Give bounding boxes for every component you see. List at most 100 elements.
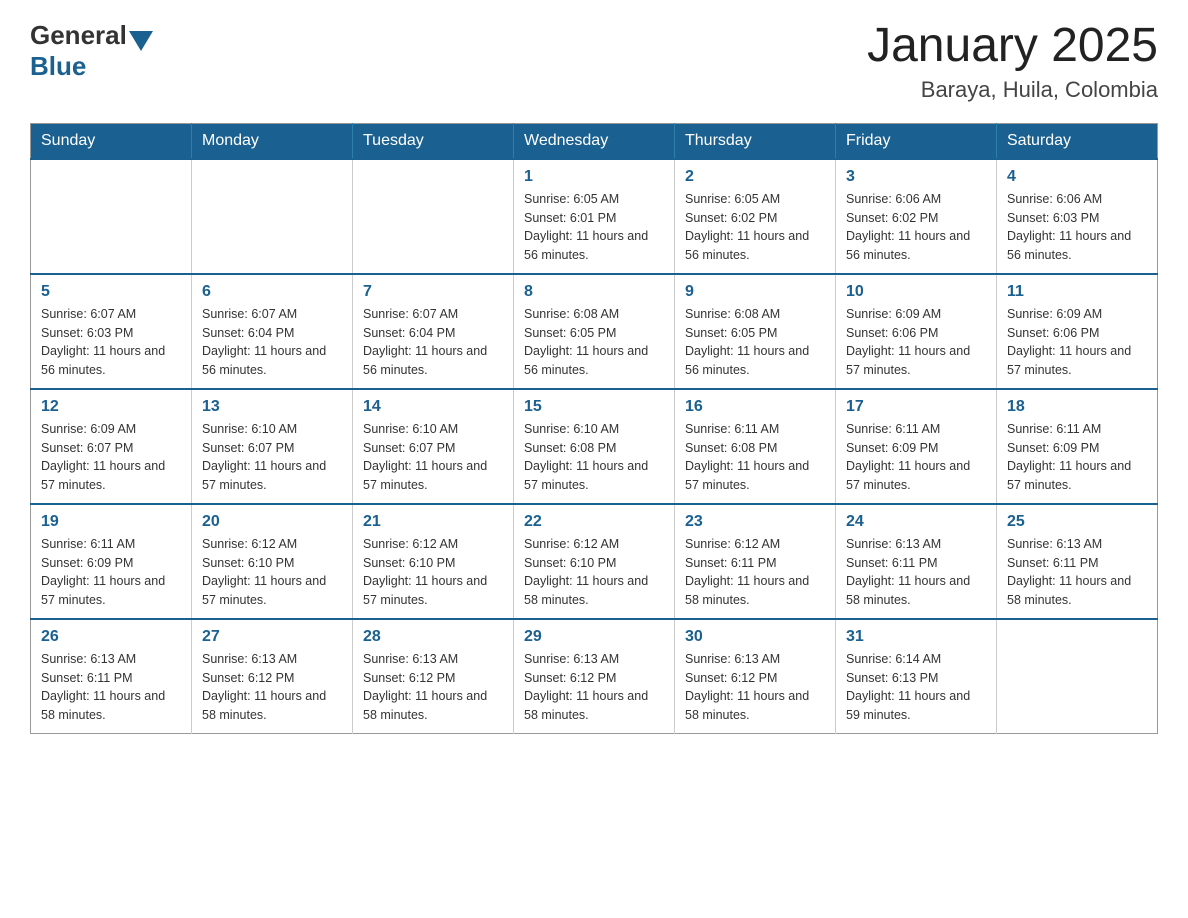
logo-arrow-icon xyxy=(129,31,153,51)
day-number: 6 xyxy=(202,283,342,301)
day-number: 8 xyxy=(524,283,664,301)
calendar-cell: 10 Sunrise: 6:09 AM Sunset: 6:06 PM Dayli… xyxy=(836,274,997,389)
day-number: 30 xyxy=(685,628,825,646)
calendar-cell: 15 Sunrise: 6:10 AM Sunset: 6:08 PM Dayli… xyxy=(514,389,675,504)
calendar-cell: 3Sunrise: 6:06 AM Sunset: 6:02 PM Daylig… xyxy=(836,159,997,274)
day-number: 13 xyxy=(202,398,342,416)
day-number: 27 xyxy=(202,628,342,646)
day-info: Sunrise: 6:06 AM Sunset: 6:03 PM Dayligh… xyxy=(1007,190,1147,265)
calendar-cell: 12 Sunrise: 6:09 AM Sunset: 6:07 PM Dayli… xyxy=(31,389,192,504)
calendar-week-row: 26 Sunrise: 6:13 AM Sunset: 6:11 PM Dayli… xyxy=(31,619,1158,734)
title-section: January 2025 Baraya, Huila, Colombia xyxy=(867,20,1158,103)
day-number: 16 xyxy=(685,398,825,416)
day-info: Sunrise: 6:11 AM Sunset: 6:08 PM Dayligh… xyxy=(685,420,825,495)
day-info: Sunrise: 6:09 AM Sunset: 6:06 PM Dayligh… xyxy=(846,305,986,380)
calendar-cell: 18Sunrise: 6:11 AM Sunset: 6:09 PM Dayli… xyxy=(997,389,1158,504)
weekday-header-thursday: Thursday xyxy=(675,123,836,159)
calendar-table: SundayMondayTuesdayWednesdayThursdayFrid… xyxy=(30,123,1158,734)
calendar-week-row: 5 Sunrise: 6:07 AM Sunset: 6:03 PM Daylig… xyxy=(31,274,1158,389)
day-info: Sunrise: 6:13 AM Sunset: 6:12 PM Dayligh… xyxy=(685,650,825,725)
calendar-cell: 8Sunrise: 6:08 AM Sunset: 6:05 PM Daylig… xyxy=(514,274,675,389)
calendar-cell xyxy=(192,159,353,274)
calendar-subtitle: Baraya, Huila, Colombia xyxy=(867,77,1158,103)
day-number: 29 xyxy=(524,628,664,646)
day-number: 5 xyxy=(41,283,181,301)
logo: General Blue xyxy=(30,20,153,82)
day-info: Sunrise: 6:11 AM Sunset: 6:09 PM Dayligh… xyxy=(846,420,986,495)
calendar-cell xyxy=(31,159,192,274)
day-info: Sunrise: 6:09 AM Sunset: 6:06 PM Dayligh… xyxy=(1007,305,1147,380)
day-info: Sunrise: 6:10 AM Sunset: 6:08 PM Dayligh… xyxy=(524,420,664,495)
calendar-week-row: 19Sunrise: 6:11 AM Sunset: 6:09 PM Dayli… xyxy=(31,504,1158,619)
calendar-cell: 19Sunrise: 6:11 AM Sunset: 6:09 PM Dayli… xyxy=(31,504,192,619)
calendar-cell: 13 Sunrise: 6:10 AM Sunset: 6:07 PM Dayli… xyxy=(192,389,353,504)
day-number: 24 xyxy=(846,513,986,531)
logo-general-text: General xyxy=(30,20,127,51)
day-info: Sunrise: 6:13 AM Sunset: 6:11 PM Dayligh… xyxy=(41,650,181,725)
day-info: Sunrise: 6:13 AM Sunset: 6:12 PM Dayligh… xyxy=(363,650,503,725)
calendar-cell: 7 Sunrise: 6:07 AM Sunset: 6:04 PM Daylig… xyxy=(353,274,514,389)
weekday-header-saturday: Saturday xyxy=(997,123,1158,159)
calendar-cell: 11 Sunrise: 6:09 AM Sunset: 6:06 PM Dayli… xyxy=(997,274,1158,389)
weekday-header-monday: Monday xyxy=(192,123,353,159)
calendar-cell: 29Sunrise: 6:13 AM Sunset: 6:12 PM Dayli… xyxy=(514,619,675,734)
day-info: Sunrise: 6:10 AM Sunset: 6:07 PM Dayligh… xyxy=(363,420,503,495)
day-number: 22 xyxy=(524,513,664,531)
day-number: 23 xyxy=(685,513,825,531)
calendar-cell: 17 Sunrise: 6:11 AM Sunset: 6:09 PM Dayli… xyxy=(836,389,997,504)
weekday-header-friday: Friday xyxy=(836,123,997,159)
calendar-cell: 5 Sunrise: 6:07 AM Sunset: 6:03 PM Daylig… xyxy=(31,274,192,389)
calendar-cell: 14 Sunrise: 6:10 AM Sunset: 6:07 PM Dayli… xyxy=(353,389,514,504)
day-number: 2 xyxy=(685,168,825,186)
day-number: 26 xyxy=(41,628,181,646)
day-number: 10 xyxy=(846,283,986,301)
day-info: Sunrise: 6:07 AM Sunset: 6:04 PM Dayligh… xyxy=(363,305,503,380)
calendar-cell xyxy=(353,159,514,274)
page-header: General Blue January 2025 Baraya, Huila,… xyxy=(30,20,1158,103)
day-number: 14 xyxy=(363,398,503,416)
day-info: Sunrise: 6:10 AM Sunset: 6:07 PM Dayligh… xyxy=(202,420,342,495)
day-number: 1 xyxy=(524,168,664,186)
day-info: Sunrise: 6:13 AM Sunset: 6:12 PM Dayligh… xyxy=(202,650,342,725)
day-number: 11 xyxy=(1007,283,1147,301)
weekday-header-sunday: Sunday xyxy=(31,123,192,159)
day-info: Sunrise: 6:12 AM Sunset: 6:10 PM Dayligh… xyxy=(363,535,503,610)
day-info: Sunrise: 6:14 AM Sunset: 6:13 PM Dayligh… xyxy=(846,650,986,725)
calendar-cell: 25 Sunrise: 6:13 AM Sunset: 6:11 PM Dayli… xyxy=(997,504,1158,619)
day-info: Sunrise: 6:12 AM Sunset: 6:10 PM Dayligh… xyxy=(524,535,664,610)
calendar-week-row: 12 Sunrise: 6:09 AM Sunset: 6:07 PM Dayli… xyxy=(31,389,1158,504)
day-number: 25 xyxy=(1007,513,1147,531)
day-info: Sunrise: 6:13 AM Sunset: 6:11 PM Dayligh… xyxy=(1007,535,1147,610)
weekday-header-tuesday: Tuesday xyxy=(353,123,514,159)
day-info: Sunrise: 6:07 AM Sunset: 6:04 PM Dayligh… xyxy=(202,305,342,380)
day-number: 18 xyxy=(1007,398,1147,416)
weekday-header-wednesday: Wednesday xyxy=(514,123,675,159)
day-number: 7 xyxy=(363,283,503,301)
calendar-cell: 30 Sunrise: 6:13 AM Sunset: 6:12 PM Dayli… xyxy=(675,619,836,734)
day-number: 21 xyxy=(363,513,503,531)
calendar-cell: 22 Sunrise: 6:12 AM Sunset: 6:10 PM Dayli… xyxy=(514,504,675,619)
day-info: Sunrise: 6:12 AM Sunset: 6:11 PM Dayligh… xyxy=(685,535,825,610)
calendar-header: SundayMondayTuesdayWednesdayThursdayFrid… xyxy=(31,123,1158,159)
day-number: 17 xyxy=(846,398,986,416)
day-number: 12 xyxy=(41,398,181,416)
calendar-cell: 26 Sunrise: 6:13 AM Sunset: 6:11 PM Dayli… xyxy=(31,619,192,734)
day-number: 3 xyxy=(846,168,986,186)
calendar-body: 1Sunrise: 6:05 AM Sunset: 6:01 PM Daylig… xyxy=(31,159,1158,734)
calendar-cell: 4 Sunrise: 6:06 AM Sunset: 6:03 PM Daylig… xyxy=(997,159,1158,274)
day-number: 28 xyxy=(363,628,503,646)
day-number: 15 xyxy=(524,398,664,416)
calendar-cell: 24Sunrise: 6:13 AM Sunset: 6:11 PM Dayli… xyxy=(836,504,997,619)
day-number: 9 xyxy=(685,283,825,301)
day-info: Sunrise: 6:07 AM Sunset: 6:03 PM Dayligh… xyxy=(41,305,181,380)
day-number: 4 xyxy=(1007,168,1147,186)
calendar-cell xyxy=(997,619,1158,734)
calendar-cell: 20Sunrise: 6:12 AM Sunset: 6:10 PM Dayli… xyxy=(192,504,353,619)
calendar-cell: 9Sunrise: 6:08 AM Sunset: 6:05 PM Daylig… xyxy=(675,274,836,389)
day-number: 19 xyxy=(41,513,181,531)
day-info: Sunrise: 6:09 AM Sunset: 6:07 PM Dayligh… xyxy=(41,420,181,495)
calendar-cell: 28 Sunrise: 6:13 AM Sunset: 6:12 PM Dayli… xyxy=(353,619,514,734)
day-number: 20 xyxy=(202,513,342,531)
calendar-cell: 1Sunrise: 6:05 AM Sunset: 6:01 PM Daylig… xyxy=(514,159,675,274)
logo-blue-text: Blue xyxy=(30,51,153,82)
